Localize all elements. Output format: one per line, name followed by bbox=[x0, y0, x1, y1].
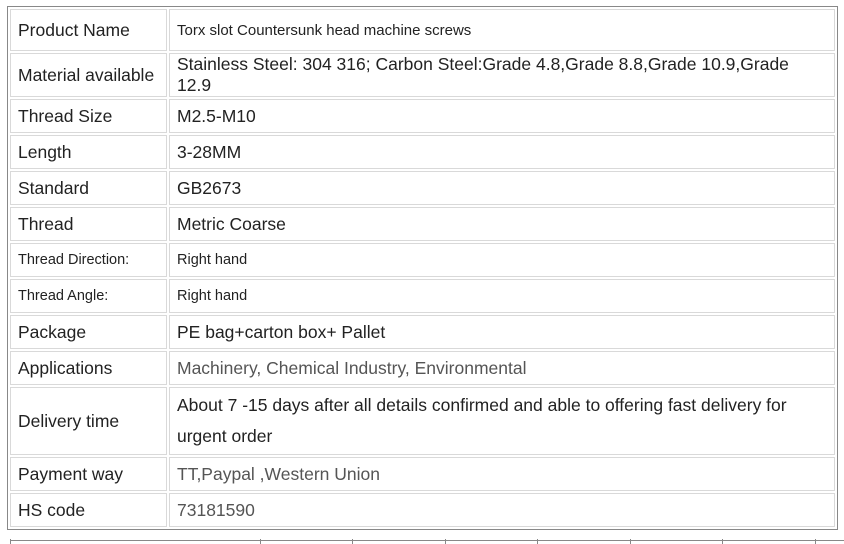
row-value: Right hand bbox=[169, 279, 835, 313]
product-spec-table: Product Name Torx slot Countersunk head … bbox=[7, 6, 838, 530]
tick-mark bbox=[815, 539, 816, 544]
table-row: Thread Size M2.5-M10 bbox=[10, 99, 835, 133]
row-label: Applications bbox=[10, 351, 167, 385]
row-value: Machinery, Chemical Industry, Environmen… bbox=[169, 351, 835, 385]
table-row: Thread Direction: Right hand bbox=[10, 243, 835, 277]
row-label: Standard bbox=[10, 171, 167, 205]
row-value: GB2673 bbox=[169, 171, 835, 205]
row-label: Delivery time bbox=[10, 387, 167, 455]
row-label: Thread Size bbox=[10, 99, 167, 133]
tick-mark bbox=[722, 539, 723, 544]
row-label: Thread Direction: bbox=[10, 243, 167, 277]
row-label: Thread bbox=[10, 207, 167, 241]
row-label: Package bbox=[10, 315, 167, 349]
table-row: HS code 73181590 bbox=[10, 493, 835, 527]
row-value: Metric Coarse bbox=[169, 207, 835, 241]
row-value: 3-28MM bbox=[169, 135, 835, 169]
row-value: Stainless Steel: 304 316; Carbon Steel:G… bbox=[169, 53, 835, 97]
table-row: Material available Stainless Steel: 304 … bbox=[10, 53, 835, 97]
tick-mark bbox=[352, 539, 353, 544]
table-row: Thread Metric Coarse bbox=[10, 207, 835, 241]
row-value: M2.5-M10 bbox=[169, 99, 835, 133]
table-row: Standard GB2673 bbox=[10, 171, 835, 205]
tick-mark bbox=[260, 539, 261, 544]
row-value: TT,Paypal ,Western Union bbox=[169, 457, 835, 491]
row-label: Payment way bbox=[10, 457, 167, 491]
row-value: 73181590 bbox=[169, 493, 835, 527]
row-label: HS code bbox=[10, 493, 167, 527]
table-row: Length 3-28MM bbox=[10, 135, 835, 169]
row-value: Right hand bbox=[169, 243, 835, 277]
tick-mark bbox=[10, 539, 11, 544]
table-row: Applications Machinery, Chemical Industr… bbox=[10, 351, 835, 385]
table-row: Package PE bag+carton box+ Pallet bbox=[10, 315, 835, 349]
table-row: Payment way TT,Paypal ,Western Union bbox=[10, 457, 835, 491]
row-value: PE bag+carton box+ Pallet bbox=[169, 315, 835, 349]
table-row: Delivery time About 7 -15 days after all… bbox=[10, 387, 835, 455]
tick-mark bbox=[445, 539, 446, 544]
row-value: About 7 -15 days after all details confi… bbox=[169, 387, 835, 455]
bottom-divider bbox=[10, 540, 844, 541]
table-row: Thread Angle: Right hand bbox=[10, 279, 835, 313]
tick-mark bbox=[537, 539, 538, 544]
row-label: Thread Angle: bbox=[10, 279, 167, 313]
row-label: Length bbox=[10, 135, 167, 169]
row-label: Material available bbox=[10, 53, 167, 97]
row-value: Torx slot Countersunk head machine screw… bbox=[169, 9, 835, 51]
table-row: Product Name Torx slot Countersunk head … bbox=[10, 9, 835, 51]
row-label: Product Name bbox=[10, 9, 167, 51]
tick-mark bbox=[630, 539, 631, 544]
